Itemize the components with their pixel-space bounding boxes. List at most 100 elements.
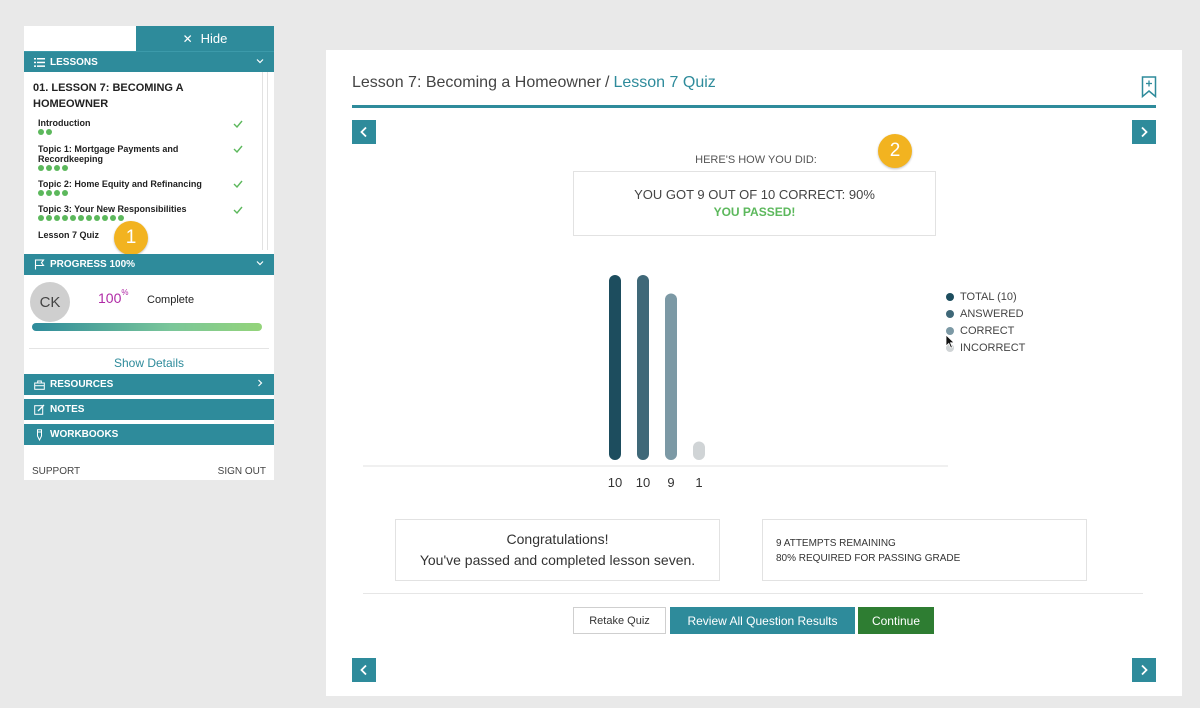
check-icon xyxy=(233,120,243,128)
divider xyxy=(363,593,1143,594)
divider xyxy=(29,348,269,349)
progress-dot xyxy=(46,215,52,221)
topic-new-responsibilities[interactable]: Topic 3: Your New Responsibilities xyxy=(38,204,238,221)
passed-text: YOU PASSED! xyxy=(713,205,796,219)
callout-badge-1: 1 xyxy=(114,221,148,255)
breadcrumb-separator: / xyxy=(605,74,610,91)
lesson-list-scrollbar[interactable] xyxy=(262,72,268,250)
notes-section-header[interactable]: NOTES xyxy=(24,399,274,420)
progress-dot xyxy=(102,215,108,221)
progress-dot xyxy=(46,129,52,135)
legend-label: TOTAL (10) xyxy=(960,290,1017,303)
show-details-link[interactable]: Show Details xyxy=(24,356,274,370)
legend-label: ANSWERED xyxy=(960,307,1024,320)
continue-button[interactable]: Continue xyxy=(858,607,934,634)
progress-dot xyxy=(110,215,116,221)
progress-section-header[interactable]: PROGRESS 100% xyxy=(24,254,274,275)
lessons-label: LESSONS xyxy=(50,56,98,68)
bookmark-add-icon[interactable] xyxy=(1141,76,1157,98)
flag-icon xyxy=(33,259,45,271)
support-link[interactable]: SUPPORT xyxy=(32,466,80,477)
chart-bar-2 xyxy=(665,293,677,460)
breadcrumb: Lesson 7: Becoming a Homeowner / Lesson 7 … xyxy=(352,74,716,92)
breadcrumb-current[interactable]: Lesson 7 Quiz xyxy=(613,74,715,91)
progress-dot xyxy=(86,215,92,221)
progress-dots xyxy=(38,215,238,221)
progress-percent: 100% xyxy=(98,288,129,306)
review-results-button[interactable]: Review All Question Results xyxy=(670,607,855,634)
resources-section-header[interactable]: RESOURCES xyxy=(24,374,274,395)
topic-introduction[interactable]: Introduction xyxy=(38,118,238,135)
topic-label: Topic 2: Home Equity and Refinancing xyxy=(38,179,202,189)
lesson-list: 01. LESSON 7: BECOMING A HOMEOWNER Intro… xyxy=(24,72,274,267)
attempts-remaining: 9 ATTEMPTS REMAINING xyxy=(776,538,896,549)
lessons-section-header[interactable]: LESSONS xyxy=(24,51,274,72)
bar-value-label: 10 xyxy=(608,475,622,490)
hide-sidebar-button[interactable]: ✕ Hide xyxy=(136,26,274,51)
progress-dot xyxy=(62,190,68,196)
breadcrumb-lesson: Lesson 7: Becoming a Homeowner xyxy=(352,74,602,91)
congrats-title: Congratulations! xyxy=(506,531,609,547)
workbooks-section-header[interactable]: WORKBOOKS xyxy=(24,424,274,445)
chart-bar-3 xyxy=(693,441,705,460)
chart-bar-1 xyxy=(637,275,649,460)
topic-label: Lesson 7 Quiz xyxy=(38,230,100,240)
progress-dot xyxy=(118,215,124,221)
sign-out-link[interactable]: SIGN OUT xyxy=(218,466,266,477)
congrats-message: You've passed and completed lesson seven… xyxy=(419,552,696,568)
progress-dot xyxy=(62,215,68,221)
progress-dot xyxy=(38,190,44,196)
chevron-right-icon xyxy=(1141,664,1148,676)
chart-bar-0 xyxy=(609,275,621,460)
passing-grade-requirement: 80% REQUIRED FOR PASSING GRADE xyxy=(776,553,961,564)
pen-icon xyxy=(33,428,45,441)
progress-unit: % xyxy=(121,288,129,297)
check-icon xyxy=(233,180,243,188)
chevron-left-icon xyxy=(360,126,367,138)
progress-dots xyxy=(38,165,238,171)
complete-label: Complete xyxy=(147,294,195,306)
topic-label: Topic 3: Your New Responsibilities xyxy=(38,204,187,214)
next-button[interactable] xyxy=(1132,120,1156,144)
legend-label: INCORRECT xyxy=(960,341,1026,354)
bar-value-label: 1 xyxy=(695,475,702,490)
congratulations-box: Congratulations! You've passed and compl… xyxy=(395,519,720,581)
score-summary-box: YOU GOT 9 OUT OF 10 CORRECT: 90% YOU PAS… xyxy=(573,171,936,236)
progress-dot xyxy=(46,165,52,171)
progress-dot xyxy=(38,215,44,221)
progress-dot xyxy=(54,190,60,196)
chevron-right-icon xyxy=(1141,126,1148,138)
hide-label: Hide xyxy=(200,31,228,46)
progress-bar-fill xyxy=(32,323,262,331)
progress-dot xyxy=(46,190,52,196)
topic-mortgage-payments[interactable]: Topic 1: Mortgage Payments and Recordkee… xyxy=(38,144,238,171)
progress-dot xyxy=(54,165,60,171)
progress-label: PROGRESS 100% xyxy=(50,259,136,270)
legend-swatch xyxy=(946,292,954,301)
resources-label: RESOURCES xyxy=(50,379,114,390)
previous-button-bottom[interactable] xyxy=(352,658,376,682)
mouse-cursor-icon xyxy=(945,334,956,349)
progress-dot xyxy=(54,215,60,221)
briefcase-icon xyxy=(33,379,45,391)
topic-label: Introduction xyxy=(38,118,91,128)
legend-item: CORRECT xyxy=(946,322,1025,339)
legend-item: INCORRECT xyxy=(946,339,1025,356)
progress-dot xyxy=(38,165,44,171)
topic-home-equity[interactable]: Topic 2: Home Equity and Refinancing xyxy=(38,179,238,196)
edit-note-icon xyxy=(33,404,45,416)
legend-swatch xyxy=(946,309,954,318)
retake-quiz-button[interactable]: Retake Quiz xyxy=(573,607,666,634)
next-button-bottom[interactable] xyxy=(1132,658,1156,682)
bar-value-label: 10 xyxy=(636,475,650,490)
previous-button[interactable] xyxy=(352,120,376,144)
progress-dot xyxy=(62,165,68,171)
chart-legend: TOTAL (10) ANSWERED CORRECT INCORRECT xyxy=(946,288,1025,356)
lesson-title: 01. LESSON 7: BECOMING A HOMEOWNER xyxy=(33,82,184,110)
topic-label: Topic 1: Mortgage Payments and Recordkee… xyxy=(38,144,179,164)
avatar: CK xyxy=(30,282,70,322)
bar-value-label: 9 xyxy=(667,475,674,490)
progress-dot xyxy=(78,215,84,221)
score-text: YOU GOT 9 OUT OF 10 CORRECT: 90% xyxy=(634,187,875,202)
close-icon: ✕ xyxy=(182,31,193,46)
